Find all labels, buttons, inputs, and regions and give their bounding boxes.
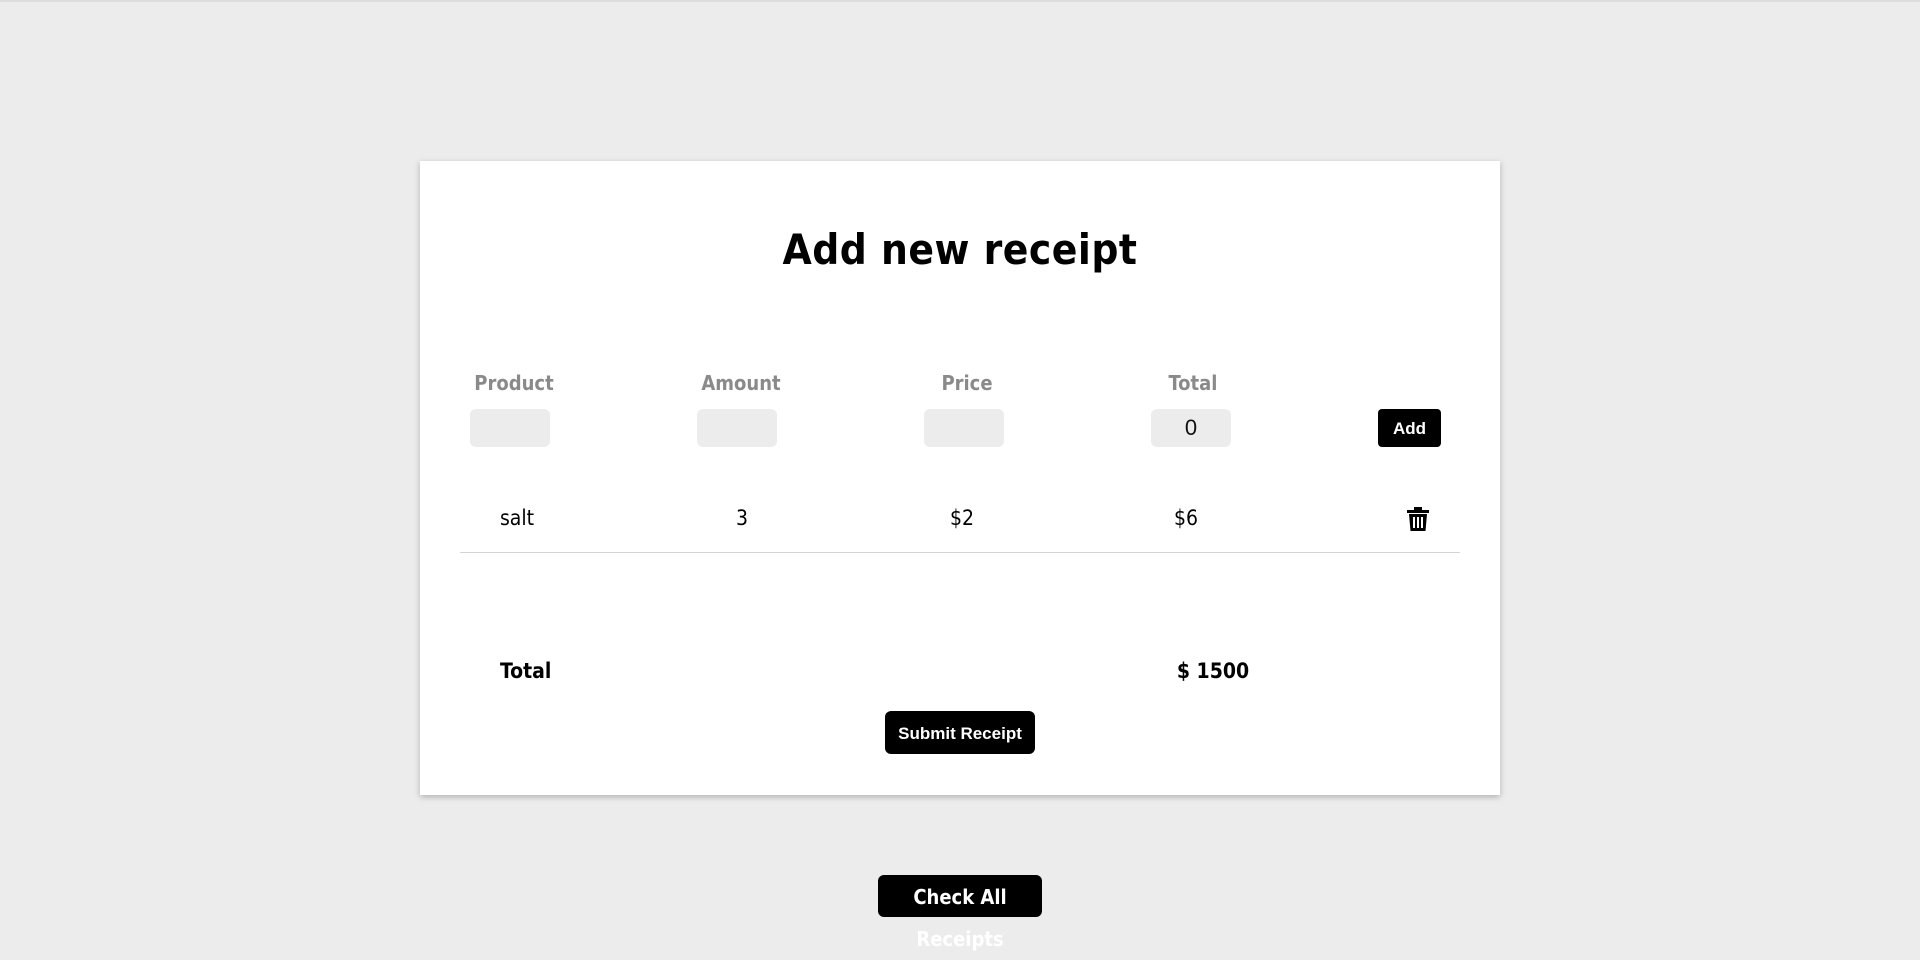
summary-total-value: $ 1500 <box>1176 659 1250 683</box>
row-total: $6 <box>1173 506 1199 530</box>
top-border <box>0 0 1920 2</box>
total-input[interactable] <box>1151 409 1231 447</box>
column-label-amount: Amount <box>701 371 781 395</box>
column-label-price: Price <box>941 371 993 395</box>
receipt-card: Add new receipt Product Amount Price Tot… <box>420 161 1500 795</box>
product-input[interactable] <box>470 409 550 447</box>
column-label-total: Total <box>1168 371 1218 395</box>
page-title: Add new receipt <box>782 225 1138 274</box>
summary-total-label: Total <box>500 659 552 683</box>
row-product: salt <box>499 506 535 530</box>
column-label-product: Product <box>474 371 554 395</box>
row-price: $2 <box>949 506 975 530</box>
add-item-button[interactable]: Add <box>1378 409 1441 447</box>
trash-icon[interactable] <box>1407 507 1429 531</box>
price-input[interactable] <box>924 409 1004 447</box>
submit-receipt-button[interactable]: Submit Receipt <box>885 711 1035 754</box>
row-divider <box>460 552 1460 553</box>
row-amount: 3 <box>735 506 749 530</box>
amount-input[interactable] <box>697 409 777 447</box>
check-all-receipts-button[interactable]: Check All Receipts <box>878 875 1042 951</box>
